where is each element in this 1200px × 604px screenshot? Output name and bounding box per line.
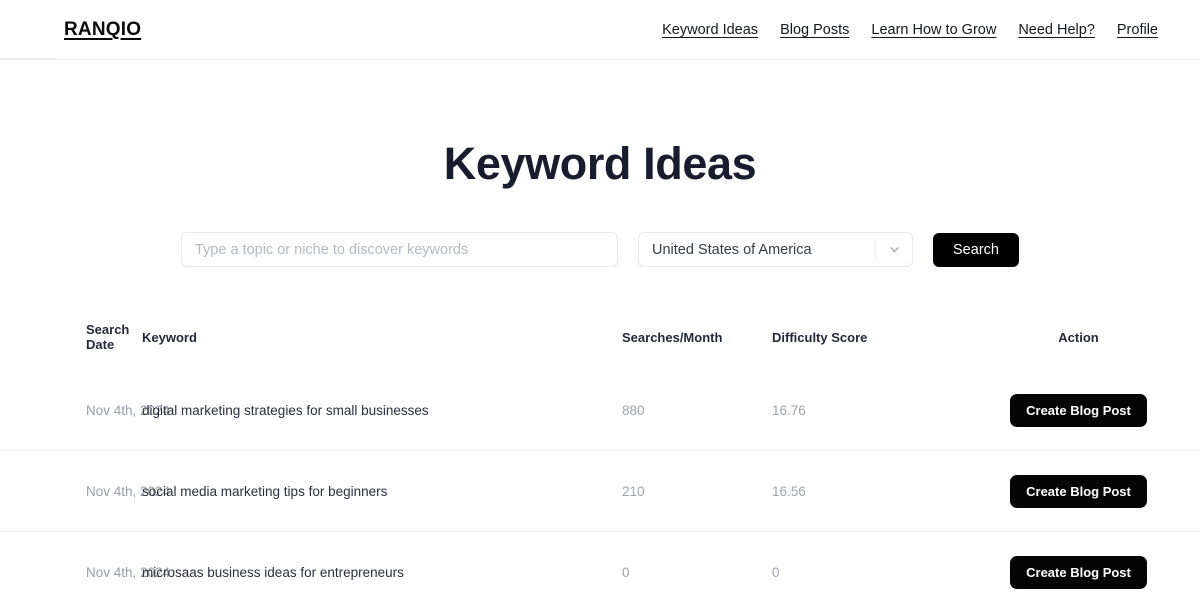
main-navigation: Keyword Ideas Blog Posts Learn How to Gr… bbox=[662, 22, 1158, 38]
table-row: Nov 4th, 2024 digital marketing strategi… bbox=[0, 370, 1200, 451]
cell-keyword: microsaas business ideas for entrepreneu… bbox=[142, 532, 622, 604]
table-row: Nov 4th, 2024 microsaas business ideas f… bbox=[0, 532, 1200, 604]
cell-search-date: Nov 4th, 2024 bbox=[0, 451, 142, 532]
create-blog-post-button[interactable]: Create Blog Post bbox=[1010, 394, 1147, 427]
search-controls: United States of America Search bbox=[0, 232, 1200, 267]
cell-keyword: social media marketing tips for beginner… bbox=[142, 451, 622, 532]
cell-difficulty-score: 0 bbox=[772, 532, 977, 604]
keyword-results-table: Search Date Keyword Searches/Month Diffi… bbox=[0, 322, 1200, 604]
cell-difficulty-score: 16.76 bbox=[772, 370, 977, 451]
cell-search-date: Nov 4th, 2024 bbox=[0, 532, 142, 604]
country-select-value: United States of America bbox=[639, 242, 875, 258]
page-title: Keyword Ideas bbox=[0, 138, 1200, 190]
cell-search-date: Nov 4th, 2024 bbox=[0, 370, 142, 451]
header-progress-indicator bbox=[0, 58, 56, 60]
search-button[interactable]: Search bbox=[933, 233, 1019, 267]
header-divider bbox=[0, 59, 1200, 60]
site-header: RANQIO Keyword Ideas Blog Posts Learn Ho… bbox=[0, 0, 1200, 60]
column-header-searches-month: Searches/Month bbox=[622, 322, 772, 370]
nav-link-keyword-ideas[interactable]: Keyword Ideas bbox=[662, 22, 758, 38]
nav-link-need-help[interactable]: Need Help? bbox=[1018, 22, 1095, 38]
cell-searches-month: 210 bbox=[622, 451, 772, 532]
country-select[interactable]: United States of America bbox=[638, 232, 913, 267]
create-blog-post-button[interactable]: Create Blog Post bbox=[1010, 475, 1147, 508]
main-content: Keyword Ideas United States of America S… bbox=[0, 138, 1200, 604]
column-header-keyword: Keyword bbox=[142, 322, 622, 370]
create-blog-post-button[interactable]: Create Blog Post bbox=[1010, 556, 1147, 589]
cell-action: Create Blog Post bbox=[977, 532, 1200, 604]
cell-keyword: digital marketing strategies for small b… bbox=[142, 370, 622, 451]
cell-action: Create Blog Post bbox=[977, 451, 1200, 532]
chevron-down-icon[interactable] bbox=[876, 233, 912, 266]
column-header-search-date: Search Date bbox=[0, 322, 142, 370]
nav-link-profile[interactable]: Profile bbox=[1117, 22, 1158, 38]
column-header-action: Action bbox=[977, 322, 1200, 370]
table-header-row: Search Date Keyword Searches/Month Diffi… bbox=[0, 322, 1200, 370]
nav-link-blog-posts[interactable]: Blog Posts bbox=[780, 22, 849, 38]
cell-action: Create Blog Post bbox=[977, 370, 1200, 451]
nav-link-learn-how-to-grow[interactable]: Learn How to Grow bbox=[871, 22, 996, 38]
table-body: Nov 4th, 2024 digital marketing strategi… bbox=[0, 370, 1200, 604]
cell-searches-month: 0 bbox=[622, 532, 772, 604]
table-row: Nov 4th, 2024 social media marketing tip… bbox=[0, 451, 1200, 532]
brand-logo[interactable]: RANQIO bbox=[64, 19, 141, 41]
cell-difficulty-score: 16.56 bbox=[772, 451, 977, 532]
keyword-search-input[interactable] bbox=[181, 232, 618, 267]
table-header: Search Date Keyword Searches/Month Diffi… bbox=[0, 322, 1200, 370]
column-header-difficulty-score: Difficulty Score bbox=[772, 322, 977, 370]
cell-searches-month: 880 bbox=[622, 370, 772, 451]
